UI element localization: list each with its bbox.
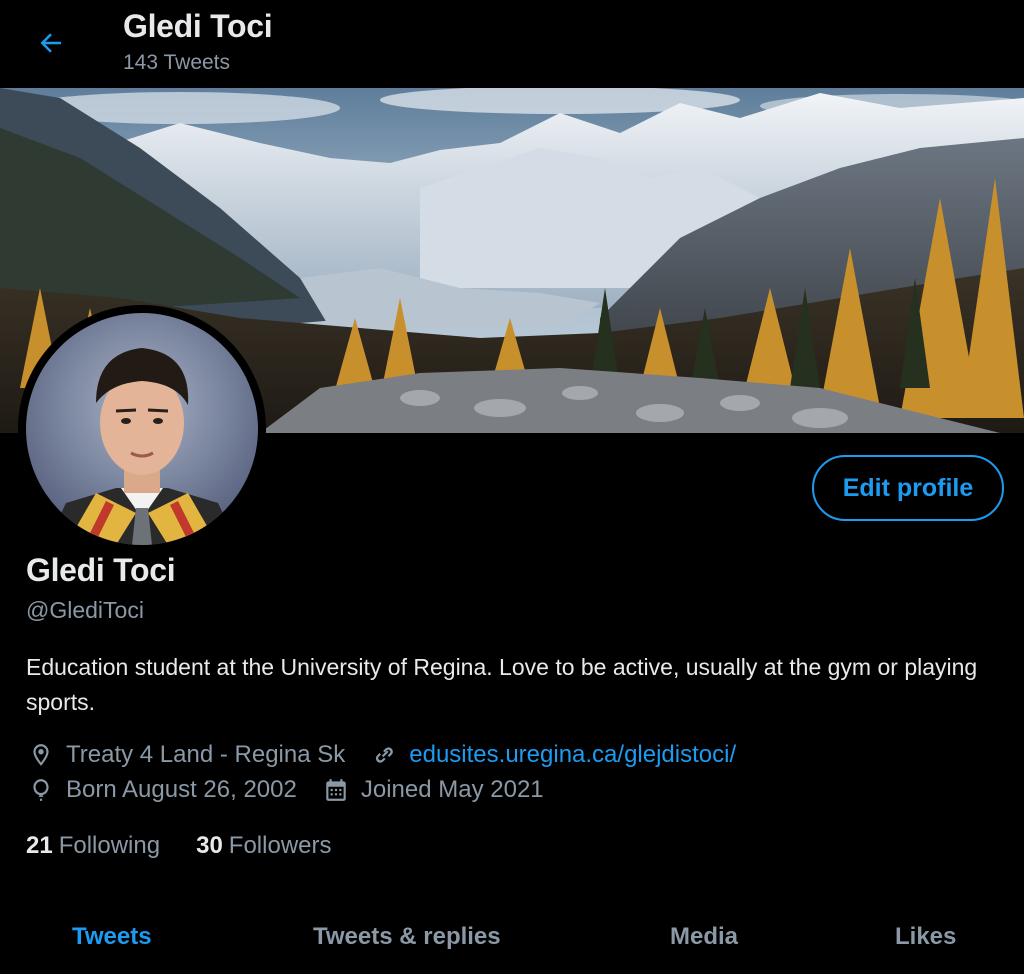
header-title: Gledi Toci (123, 8, 273, 44)
link-icon (369, 740, 399, 770)
following-link[interactable]: 21 Following (26, 832, 160, 860)
followers-count: 30 (196, 832, 223, 859)
edit-profile-button[interactable]: Edit profile (812, 455, 1004, 521)
joined-text: Joined May 2021 (360, 776, 544, 803)
profile-display-name: Gledi Toci (26, 552, 176, 588)
profile-meta-row-1: Treaty 4 Land - Regina Sk edusites.uregi… (26, 740, 760, 770)
following-count: 21 (26, 832, 53, 859)
followers-label: Followers (228, 832, 332, 859)
location-text: Treaty 4 Land - Regina Sk (66, 741, 346, 768)
back-button[interactable] (30, 22, 72, 64)
profile-tabs: Tweets Tweets & replies Media Likes (0, 905, 1024, 974)
balloon-icon (26, 775, 56, 805)
website-item: edusites.uregina.ca/glejdistoci/ (369, 740, 736, 770)
header-tweet-count: 143 Tweets (123, 51, 231, 74)
tab-likes[interactable]: Likes (895, 923, 956, 951)
birthday-text: Born August 26, 2002 (66, 776, 297, 803)
location-item: Treaty 4 Land - Regina Sk (26, 740, 345, 770)
top-bar: Gledi Toci 143 Tweets (0, 0, 1024, 88)
website-link[interactable]: edusites.uregina.ca/glejdistoci/ (409, 741, 736, 769)
tab-tweets[interactable]: Tweets (72, 923, 152, 951)
followers-link[interactable]: 30 Followers (196, 832, 331, 860)
tab-media[interactable]: Media (670, 923, 738, 951)
tab-tweets-and-replies[interactable]: Tweets & replies (313, 923, 501, 951)
arrow-left-icon (40, 33, 61, 53)
avatar[interactable] (26, 313, 258, 545)
avatar-border (18, 305, 266, 553)
birthday-item: Born August 26, 2002 (26, 775, 297, 805)
profile-bio: Education student at the University of R… (26, 654, 978, 715)
profile-handle: @GlediToci (26, 597, 144, 623)
calendar-icon (321, 775, 351, 805)
joined-item: Joined May 2021 (321, 775, 544, 805)
follow-stats: 21 Following 30 Followers (26, 832, 368, 860)
profile-meta-row-2: Born August 26, 2002 Joined May 2021 (26, 775, 568, 805)
location-pin-icon (26, 740, 56, 770)
following-label: Following (58, 832, 161, 859)
profile-page: Gledi Toci 143 Tweets Edit profile Gledi… (0, 0, 1024, 974)
